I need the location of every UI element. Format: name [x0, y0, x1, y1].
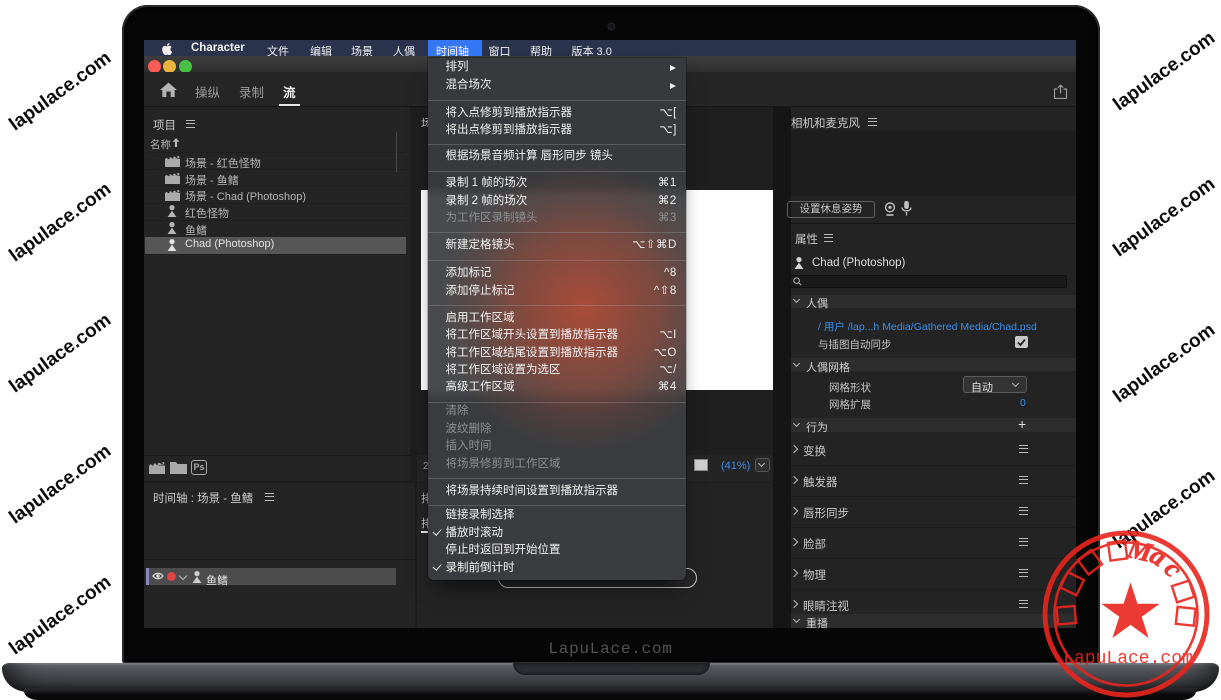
svg-text:LapuLace.com: LapuLace.com	[1063, 649, 1193, 669]
